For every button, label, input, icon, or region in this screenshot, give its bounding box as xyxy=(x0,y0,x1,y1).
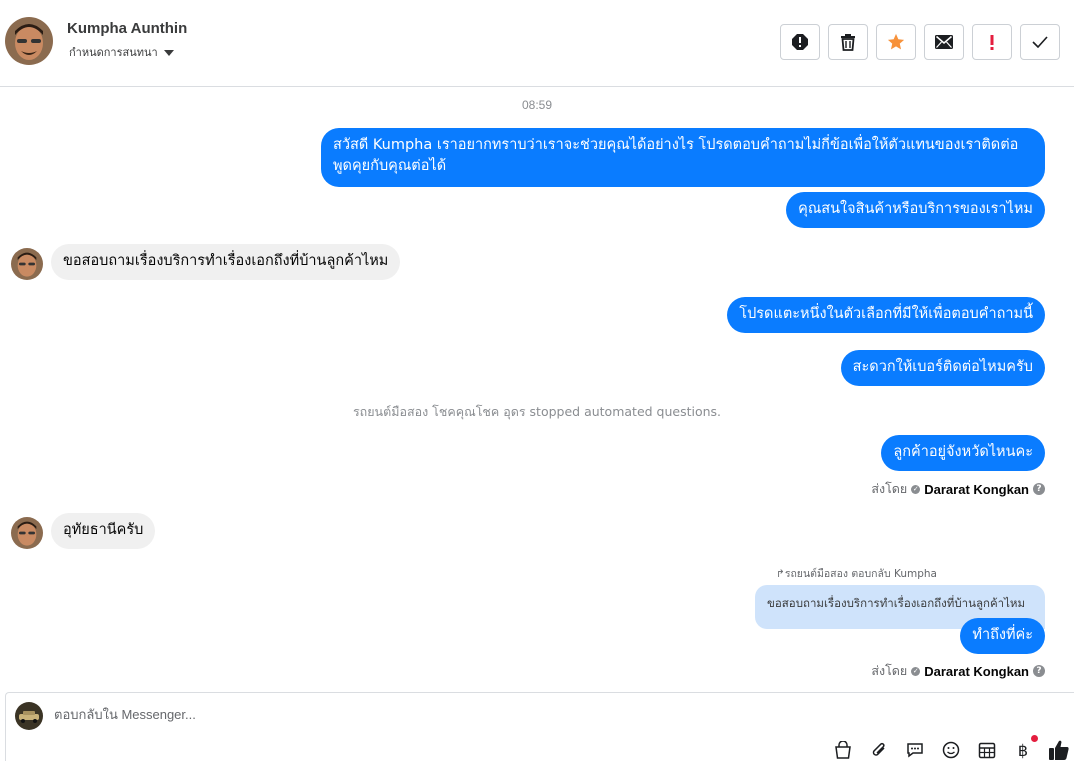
reply-label: รถยนต์มือสอง ตอบกลับ Kumpha xyxy=(784,568,937,580)
baht-payment-icon: ฿ xyxy=(1017,740,1029,760)
spam-report-icon xyxy=(792,34,808,50)
contact-avatar-small xyxy=(11,248,43,280)
help-icon[interactable]: ? xyxy=(1033,483,1045,495)
trash-icon xyxy=(841,34,855,51)
sent-by-prefix: ส่งโดย xyxy=(871,663,908,678)
like-button[interactable] xyxy=(1048,739,1070,761)
notification-dot xyxy=(1031,735,1038,742)
star-button[interactable] xyxy=(876,24,916,60)
spam-report-button[interactable] xyxy=(780,24,820,60)
help-icon[interactable]: ? xyxy=(1033,665,1045,677)
follow-up-button[interactable] xyxy=(972,24,1012,60)
contact-avatar[interactable] xyxy=(5,17,53,65)
message-bubble-outgoing[interactable]: สะดวกให้เบอร์ติดต่อไหมครับ xyxy=(840,350,1045,386)
message-bubble-outgoing[interactable]: โปรดแตะหนึ่งในตัวเลือกที่มีให้เพื่อตอบคำ… xyxy=(727,297,1045,333)
thumbs-up-icon xyxy=(1049,740,1069,760)
saved-replies-icon xyxy=(907,743,923,758)
message-input[interactable] xyxy=(54,707,754,722)
verified-check-icon: ✓ xyxy=(911,484,921,494)
shopping-bag-button[interactable] xyxy=(832,739,854,761)
mark-done-button[interactable] xyxy=(1020,24,1060,60)
message-bubble-outgoing[interactable]: ลูกค้าอยู่จังหวัดไหนคะ xyxy=(881,435,1045,471)
attach-button[interactable] xyxy=(868,739,890,761)
assign-label: กำหนดการสนทนา xyxy=(69,46,158,59)
verified-check-icon: ✓ xyxy=(911,666,921,676)
saved-replies-button[interactable] xyxy=(904,739,926,761)
assign-conversation-dropdown[interactable]: กำหนดการสนทนา xyxy=(69,43,174,61)
reply-context: ↱รถยนต์มือสอง ตอบกลับ Kumpha xyxy=(776,565,937,582)
shopping-bag-icon xyxy=(835,741,851,759)
star-icon xyxy=(887,33,905,50)
appointment-icon xyxy=(978,742,996,759)
mark-unread-button[interactable] xyxy=(924,24,964,60)
message-bubble-outgoing[interactable]: ทำถึงที่ค่ะ xyxy=(960,618,1045,654)
message-bubble-outgoing[interactable]: สวัสดี Kumpha เราอยากทราบว่าเราจะช่วยคุณ… xyxy=(321,128,1045,187)
system-notice: รถยนต์มือสอง โชคคุณโชค อุดร stopped auto… xyxy=(352,404,722,419)
exclamation-icon xyxy=(990,35,994,50)
sent-by-prefix: ส่งโดย xyxy=(871,481,908,496)
message-timestamp: 08:59 xyxy=(521,98,553,112)
sent-by-label: ส่งโดย ✓ Dararat Kongkan ? xyxy=(871,479,1045,499)
composer-toolbar: ฿ xyxy=(832,735,1070,761)
conversation-header: Kumpha Aunthin กำหนดการสนทนา xyxy=(0,0,1074,87)
envelope-icon xyxy=(935,35,953,49)
reply-composer: ฿ xyxy=(5,692,1074,761)
check-icon xyxy=(1032,36,1048,48)
message-bubble-incoming[interactable]: อุทัยธานีครับ xyxy=(51,513,156,549)
message-thread: 08:59 สวัสดี Kumpha เราอยากทราบว่าเราจะช… xyxy=(0,88,1074,692)
payment-button[interactable]: ฿ xyxy=(1012,735,1038,761)
page-avatar xyxy=(15,702,43,730)
agent-name[interactable]: Dararat Kongkan xyxy=(924,664,1029,679)
contact-name: Kumpha Aunthin xyxy=(67,20,188,37)
caret-down-icon xyxy=(163,49,174,56)
contact-avatar-small xyxy=(11,517,43,549)
appointment-button[interactable] xyxy=(976,739,998,761)
emoji-button[interactable] xyxy=(940,739,962,761)
delete-button[interactable] xyxy=(828,24,868,60)
header-toolbar xyxy=(780,24,1060,60)
paperclip-icon xyxy=(872,742,885,756)
reply-arrow-icon: ↱ xyxy=(776,568,785,580)
message-bubble-incoming[interactable]: ขอสอบถามเรื่องบริการทำเรื่องเอกถึงที่บ้า… xyxy=(51,244,401,280)
emoji-icon xyxy=(942,741,960,759)
message-bubble-outgoing[interactable]: คุณสนใจสินค้าหรือบริการของเราไหม xyxy=(786,192,1045,228)
sent-by-label: ส่งโดย ✓ Dararat Kongkan ? xyxy=(871,661,1045,681)
agent-name[interactable]: Dararat Kongkan xyxy=(924,482,1029,497)
